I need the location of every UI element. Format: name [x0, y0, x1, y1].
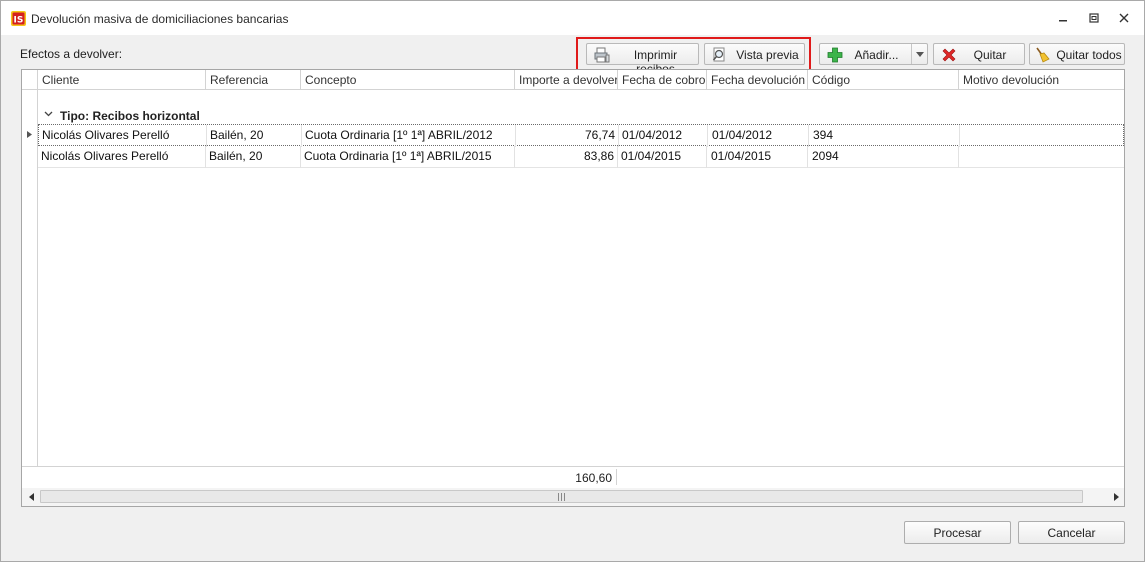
current-row-arrow-icon — [27, 131, 32, 138]
arrow-left-icon — [28, 493, 34, 501]
cell-cliente: Nicolás Olivares Perelló — [42, 128, 170, 142]
chevron-down-icon[interactable] — [916, 52, 924, 57]
scroll-right-button[interactable] — [1108, 488, 1124, 506]
restore-icon — [1089, 13, 1099, 23]
column-header-fecha-devolucion[interactable]: Fecha devolución — [707, 70, 808, 90]
title-bar: IS Devolución masiva de domiciliaciones … — [1, 1, 1144, 35]
column-header-motivo[interactable]: Motivo devolución — [959, 70, 1124, 90]
cell-fecha-cobro: 01/04/2015 — [621, 149, 682, 163]
scrollbar-thumb[interactable] — [40, 490, 1083, 503]
cell-cliente: Nicolás Olivares Perelló — [41, 149, 169, 163]
add-label: Añadir... — [854, 48, 899, 62]
close-icon — [1119, 13, 1129, 23]
dialog-window: IS Devolución masiva de domiciliaciones … — [0, 0, 1145, 562]
window-title: Devolución masiva de domiciliaciones ban… — [31, 12, 289, 26]
table-row[interactable]: Nicolás Olivares Perelló Bailén, 20 Cuot… — [38, 146, 1124, 168]
grid-footer: 160,60 — [22, 466, 1124, 487]
broom-icon — [1036, 47, 1050, 63]
minimize-icon — [1059, 20, 1067, 22]
column-header-codigo[interactable]: Código — [808, 70, 959, 90]
cell-codigo: 2094 — [812, 149, 839, 163]
cell-concepto: Cuota Ordinaria [1º 1ª] ABRIL/2015 — [304, 149, 492, 163]
cell-importe: 83,86 — [583, 149, 614, 163]
group-label: Tipo: Recibos horizontal — [60, 109, 200, 123]
printer-icon — [594, 47, 610, 63]
cell-codigo: 394 — [813, 128, 834, 142]
green-plus-icon — [827, 47, 843, 63]
cancel-button[interactable]: Cancelar — [1018, 521, 1125, 544]
remove-label: Quitar — [973, 48, 1007, 62]
cell-fecha-devolucion: 01/04/2012 — [712, 128, 773, 142]
column-header-fecha-cobro[interactable]: Fecha de cobro — [618, 70, 707, 90]
cell-concepto: Cuota Ordinaria [1º 1ª] ABRIL/2012 — [305, 128, 493, 142]
remove-button[interactable]: Quitar — [933, 43, 1025, 65]
remove-all-button[interactable]: Quitar todos — [1029, 43, 1125, 65]
cell-fecha-devolucion: 01/04/2015 — [711, 149, 772, 163]
cell-fecha-cobro: 01/04/2012 — [622, 128, 683, 142]
split-divider — [911, 44, 912, 64]
cell-importe: 76,74 — [584, 128, 615, 142]
app-logo-icon: IS — [11, 11, 26, 26]
add-button[interactable]: Añadir... — [819, 43, 928, 65]
arrow-right-icon — [1113, 493, 1119, 501]
remove-all-label: Quitar todos — [1056, 48, 1122, 62]
chevron-down-icon[interactable] — [44, 109, 53, 118]
efectos-label: Efectos a devolver: — [20, 47, 123, 61]
horizontal-scrollbar[interactable] — [22, 488, 1124, 506]
minimize-button[interactable] — [1052, 9, 1074, 27]
total-importe: 160,60 — [575, 471, 612, 485]
svg-text:IS: IS — [14, 16, 24, 26]
process-button[interactable]: Procesar — [904, 521, 1011, 544]
magnifier-document-icon — [712, 47, 725, 62]
column-header-cliente[interactable]: Cliente — [38, 70, 206, 90]
grip-icon — [558, 493, 565, 501]
preview-button[interactable]: Vista previa — [704, 43, 805, 65]
column-header-concepto[interactable]: Concepto — [301, 70, 515, 90]
print-receipts-button[interactable]: Imprimir recibos — [586, 43, 699, 76]
preview-label: Vista previa — [736, 48, 799, 62]
header-indicator — [22, 70, 38, 90]
close-button[interactable] — [1113, 9, 1135, 27]
table-row[interactable]: Nicolás Olivares Perelló Bailén, 20 Cuot… — [38, 124, 1124, 147]
red-x-icon — [942, 48, 956, 62]
scroll-left-button[interactable] — [23, 488, 39, 506]
receipts-grid: Cliente Referencia Concepto Importe a de… — [21, 69, 1125, 507]
row-indicator-column — [22, 90, 38, 466]
grid-header: Cliente Referencia Concepto Importe a de… — [22, 70, 1124, 90]
column-header-referencia[interactable]: Referencia — [206, 70, 301, 90]
cell-referencia: Bailén, 20 — [210, 128, 264, 142]
cell-referencia: Bailén, 20 — [209, 149, 263, 163]
column-header-importe[interactable]: Importe a devolver — [515, 70, 618, 90]
maximize-button[interactable] — [1083, 9, 1105, 27]
